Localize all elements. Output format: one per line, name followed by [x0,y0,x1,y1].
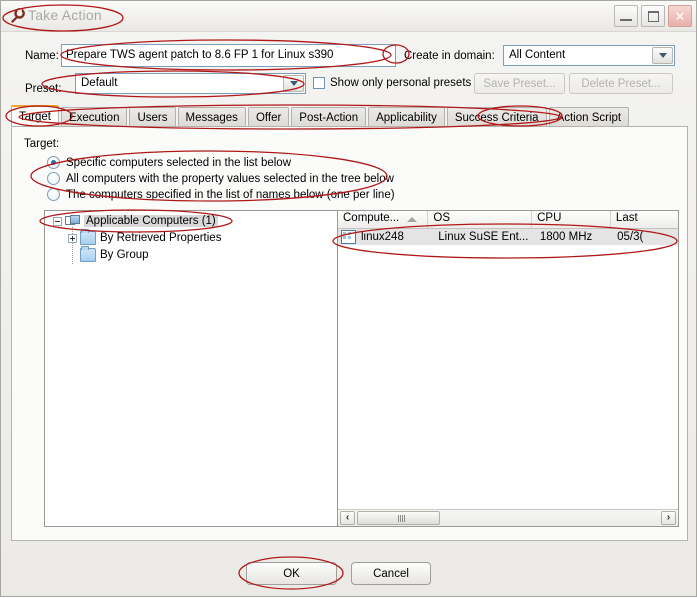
cell-last: 05/3( [617,231,644,243]
table-header-row: Compute... OS CPU Last [338,211,678,229]
computer-icon [341,230,356,244]
tab-offer[interactable]: Offer [247,107,290,127]
radio-specific-computers-label: Specific computers selected in the list … [66,157,291,169]
folder-icon [80,229,96,245]
close-icon[interactable]: ✕ [668,5,692,27]
cell-os: Linux SuSE Ent... [438,231,529,243]
tab-post-action[interactable]: Post-Action [291,107,367,127]
folder-icon [80,246,96,262]
tab-success-criteria[interactable]: Success Criteria [446,107,547,127]
tree-node-by-retrieved-properties[interactable]: By Retrieved Properties [68,229,222,246]
computers-tree[interactable]: Applicable Computers (1) By Retrieved Pr… [44,210,337,527]
column-header-cpu[interactable]: CPU [532,211,611,228]
preset-label: Preset: [25,83,62,95]
computers-icon [65,214,80,228]
tree-node-label: Applicable Computers (1) [84,215,218,227]
sort-ascending-icon [407,217,418,222]
tab-action-script[interactable]: Action Script [548,107,630,127]
cell-computer-name: linux248 [361,231,404,243]
title-bar: Take Action ✕ [1,1,696,32]
scroll-left-icon[interactable]: ‹ [340,511,355,525]
tree-node-applicable-computers[interactable]: Applicable Computers (1) [53,213,218,229]
name-input[interactable]: Prepare TWS agent patch to 8.6 FP 1 for … [61,44,396,67]
maximize-icon[interactable] [641,5,665,27]
grip-icon [398,514,399,522]
radio-list-of-names[interactable] [47,188,60,201]
window-controls: ✕ [614,5,692,27]
tab-strip: Target Execution Users Messages Offer Po… [11,105,631,127]
minimize-icon[interactable] [614,5,638,27]
expand-icon[interactable] [68,233,77,243]
scrollbar-thumb[interactable] [357,511,440,525]
preset-select[interactable]: Default [75,73,306,94]
target-tab-panel: Target: Specific computers selected in t… [11,126,688,541]
tree-node-label: By Retrieved Properties [100,232,222,244]
tab-messages[interactable]: Messages [177,107,246,127]
scroll-right-icon[interactable]: › [661,511,676,525]
column-header-computer[interactable]: Compute... [338,211,429,228]
window-title: Take Action [28,7,102,23]
create-in-domain-label: Create in domain: [404,50,495,62]
tab-target[interactable]: Target [11,105,59,127]
tab-users[interactable]: Users [129,107,176,127]
create-in-domain-value: All Content [509,49,566,61]
tree-node-label: By Group [100,249,149,261]
cancel-button[interactable]: Cancel [351,562,431,585]
name-label: Name: [25,50,59,62]
target-section-label: Target: [24,138,60,150]
show-personal-presets-checkbox[interactable] [313,77,325,89]
delete-preset-button[interactable]: Delete Preset... [569,73,673,94]
chevron-down-icon[interactable] [283,75,304,92]
radio-property-values[interactable] [47,172,60,185]
radio-list-of-names-label: The computers specified in the list of n… [66,189,395,201]
wrench-icon [7,7,25,25]
create-in-domain-select[interactable]: All Content [503,45,675,66]
tree-node-by-group[interactable]: By Group [68,246,149,263]
preset-value: Default [81,77,118,89]
radio-specific-computers[interactable] [47,156,60,169]
take-action-dialog: Take Action ✕ Name: Prepare TWS agent pa… [0,0,697,597]
horizontal-scrollbar[interactable]: ‹ › [338,509,678,526]
show-personal-presets-label: Show only personal presets [330,77,472,89]
radio-property-values-label: All computers with the property values s… [66,173,394,185]
column-header-last[interactable]: Last [611,211,678,228]
collapse-icon[interactable] [53,216,62,226]
save-preset-button[interactable]: Save Preset... [474,73,565,94]
tab-applicability[interactable]: Applicability [368,107,445,127]
table-row[interactable]: linux248 Linux SuSE Ent... 1800 MHz 05/3… [338,229,678,245]
column-header-os[interactable]: OS [428,211,533,228]
cell-cpu: 1800 MHz [539,231,593,243]
ok-button[interactable]: OK [246,562,337,585]
tab-execution[interactable]: Execution [60,107,128,127]
computers-table[interactable]: Compute... OS CPU Last linux248 Linux Su… [337,210,679,527]
chevron-down-icon[interactable] [652,47,673,64]
